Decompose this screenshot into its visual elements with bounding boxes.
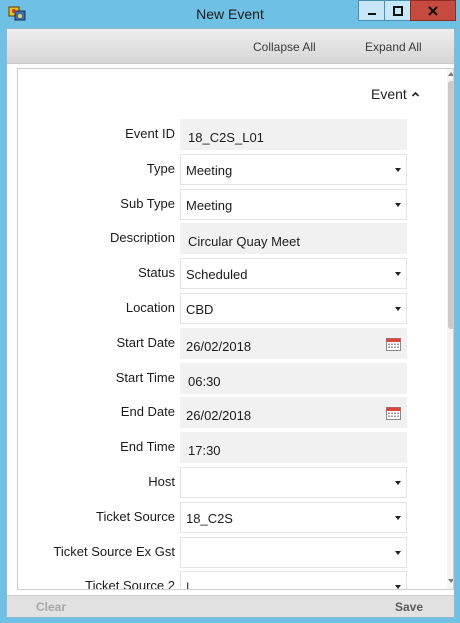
form-scroll-area: Event Event ID 18_C2S_L01 Type Meeting Sub T… <box>17 68 454 590</box>
expand-all-button[interactable]: Expand All <box>365 40 422 54</box>
event-id-input[interactable]: 18_C2S_L01 <box>180 119 407 150</box>
scroll-up-arrow-icon[interactable] <box>448 72 453 76</box>
field-value-end-date: 26/02/2018 <box>186 408 252 423</box>
field-value-start-time: 06:30 <box>188 374 221 389</box>
field-label-description: Description <box>109 230 175 245</box>
chevron-up-icon <box>411 91 419 97</box>
dropdown-caret-icon[interactable] <box>395 516 401 520</box>
close-button[interactable] <box>410 0 456 21</box>
field-value-location: CBD <box>186 302 214 317</box>
form-row-start-time: Start Time 06:30 <box>18 363 428 394</box>
form-row-end-date: End Date 26/02/2018 <box>18 397 428 428</box>
field-label-start-time: Start Time <box>115 370 175 385</box>
dropdown-caret-icon[interactable] <box>395 307 401 311</box>
field-value-description: Circular Quay Meet <box>188 234 300 249</box>
toolbar: Collapse All Expand All <box>7 29 454 64</box>
title-bar: New Event <box>0 0 460 28</box>
field-value-start-date: 26/02/2018 <box>186 339 252 354</box>
maximize-icon <box>392 5 403 16</box>
field-value-event-id: 18_C2S_L01 <box>188 130 264 145</box>
form-row-status: Status Scheduled <box>18 258 428 289</box>
field-label-start-date: Start Date <box>116 335 175 350</box>
field-label-type: Type <box>146 161 175 176</box>
minimize-icon <box>367 12 376 15</box>
dropdown-caret-icon[interactable] <box>395 203 401 207</box>
form-row-ticket-source: Ticket Source 18_C2S <box>18 502 428 533</box>
field-value-ticket-source: 18_C2S <box>186 511 233 526</box>
dialog-body: Collapse All Expand All Event Event ID 18… <box>6 28 455 618</box>
form-row-end-time: End Time 17:30 <box>18 432 428 463</box>
form-row-sub-type: Sub Type Meeting <box>18 189 428 220</box>
section-header-event[interactable]: Event <box>371 86 420 102</box>
form-row-description: Description Circular Quay Meet <box>18 223 428 254</box>
close-icon <box>428 5 438 16</box>
field-value-status: Scheduled <box>186 267 248 282</box>
field-value-type: Meeting <box>186 163 233 178</box>
field-label-end-date: End Date <box>120 404 175 419</box>
start-date-date-field[interactable]: 26/02/2018 <box>180 328 407 359</box>
host-dropdown[interactable] <box>180 467 407 498</box>
field-value-ticket-source-2: | <box>186 580 190 590</box>
vertical-scrollbar[interactable] <box>447 69 453 589</box>
field-value-sub-type: Meeting <box>186 198 233 213</box>
field-label-host: Host <box>148 474 175 489</box>
field-label-event-id: Event ID <box>125 126 175 141</box>
ticket-source-ex-gst-dropdown[interactable] <box>180 537 407 568</box>
section-title: Event <box>371 86 407 102</box>
calendar-icon[interactable] <box>386 406 401 420</box>
start-time-input[interactable]: 06:30 <box>180 363 407 394</box>
field-label-location: Location <box>125 300 175 315</box>
location-dropdown[interactable]: CBD <box>180 293 407 324</box>
form-row-host: Host <box>18 467 428 498</box>
status-dropdown[interactable]: Scheduled <box>180 258 407 289</box>
dropdown-caret-icon[interactable] <box>395 585 401 589</box>
form-row-start-date: Start Date 26/02/2018 <box>18 328 428 359</box>
save-button[interactable]: Save <box>395 600 423 614</box>
scrollbar-thumb[interactable] <box>448 81 453 329</box>
field-label-status: Status <box>138 265 175 280</box>
maximize-button[interactable] <box>384 0 411 21</box>
clear-button[interactable]: Clear <box>36 600 66 614</box>
minimize-button[interactable] <box>358 0 385 21</box>
dropdown-caret-icon[interactable] <box>395 272 401 276</box>
dropdown-caret-icon[interactable] <box>395 481 401 485</box>
ticket-source-dropdown[interactable]: 18_C2S <box>180 502 407 533</box>
footer-bar: Clear Save <box>7 595 454 617</box>
scroll-down-arrow-icon[interactable] <box>448 579 453 583</box>
form-row-event-id: Event ID 18_C2S_L01 <box>18 119 428 150</box>
end-time-input[interactable]: 17:30 <box>180 432 407 463</box>
field-label-ticket-source-ex-gst: Ticket Source Ex Gst <box>53 544 175 559</box>
dropdown-caret-icon[interactable] <box>395 168 401 172</box>
field-label-ticket-source: Ticket Source <box>96 509 175 524</box>
description-input[interactable]: Circular Quay Meet <box>180 223 407 254</box>
dropdown-caret-icon[interactable] <box>395 551 401 555</box>
end-date-date-field[interactable]: 26/02/2018 <box>180 397 407 428</box>
calendar-icon[interactable] <box>386 337 401 351</box>
field-label-end-time: End Time <box>120 439 175 454</box>
collapse-all-button[interactable]: Collapse All <box>253 40 316 54</box>
form-row-location: Location CBD <box>18 293 428 324</box>
form-row-type: Type Meeting <box>18 154 428 185</box>
form-row-ticket-source-2: Ticket Source 2 | <box>18 571 428 590</box>
sub-type-dropdown[interactable]: Meeting <box>180 189 407 220</box>
ticket-source-2-dropdown[interactable]: | <box>180 571 407 590</box>
field-label-sub-type: Sub Type <box>120 196 175 211</box>
field-label-ticket-source-2: Ticket Source 2 <box>85 578 175 590</box>
form-row-ticket-source-ex-gst: Ticket Source Ex Gst <box>18 537 428 568</box>
field-value-end-time: 17:30 <box>188 443 221 458</box>
type-dropdown[interactable]: Meeting <box>180 154 407 185</box>
